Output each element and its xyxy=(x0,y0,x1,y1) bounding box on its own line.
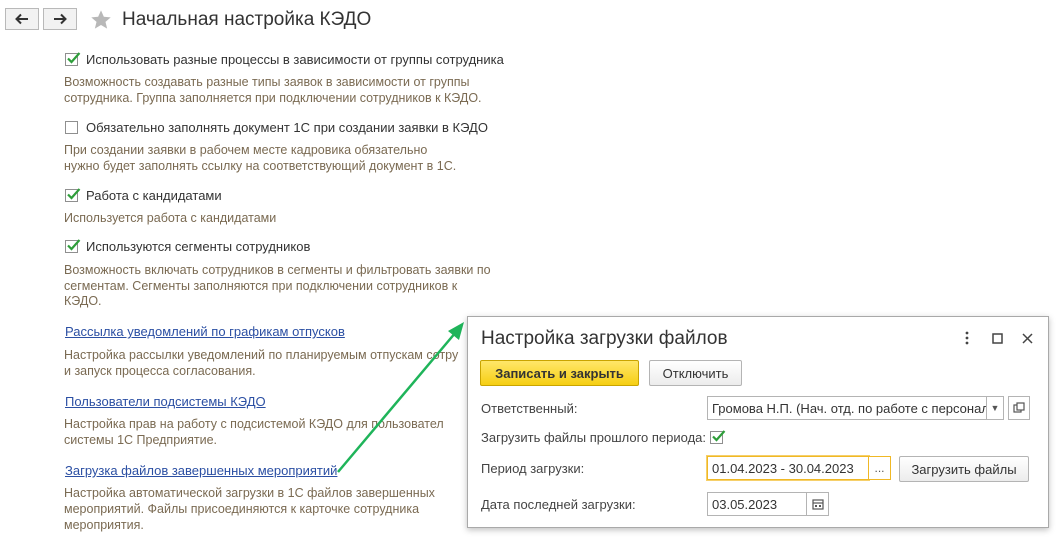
dialog-title: Настройка загрузки файлов xyxy=(481,328,728,349)
option-description: При создании заявки в рабочем месте кадр… xyxy=(64,143,428,157)
page-title: Начальная настройка КЭДО xyxy=(122,9,372,30)
open-button[interactable] xyxy=(1008,396,1030,420)
load-files-button[interactable]: Загрузить файлы xyxy=(899,456,1029,482)
last-load-date-label: Дата последней загрузки: xyxy=(481,497,636,512)
load-past-period-checkbox[interactable] xyxy=(710,430,726,444)
option-description: сегментам. Сегменты заполняются при подк… xyxy=(64,279,458,293)
ellipsis-icon: ... xyxy=(874,461,885,475)
star-icon[interactable] xyxy=(90,9,112,31)
option-label: Работа с кандидатами xyxy=(86,188,222,203)
responsible-value: Громова Н.П. (Нач. отд. по работе с перс… xyxy=(712,400,987,416)
option-description: Используется работа с кандидатами xyxy=(64,211,277,225)
checkbox-employee-segments[interactable] xyxy=(65,239,81,253)
open-link-icon xyxy=(1013,402,1025,413)
option-label: Использовать разные процессы в зависимос… xyxy=(86,52,504,67)
link-description: Настройка прав на работу с подсистемой К… xyxy=(64,417,444,431)
checkmark-icon xyxy=(67,239,81,251)
more-vert-icon[interactable] xyxy=(956,327,978,349)
period-field[interactable]: 01.04.2023 - 30.04.2023 xyxy=(707,456,869,480)
file-load-settings-dialog: Настройка загрузки файлов Записать и зак… xyxy=(467,316,1049,528)
checkmark-icon xyxy=(67,188,81,200)
period-select-button[interactable]: ... xyxy=(868,456,891,480)
option-description: нужно будет заполнять ссылку на соответс… xyxy=(64,159,457,173)
forward-button[interactable] xyxy=(43,8,77,30)
option-description: Возможность создавать разные типы заявок… xyxy=(64,75,470,89)
arrow-right-icon xyxy=(54,13,67,25)
link-vacation-notifications[interactable]: Рассылка уведомлений по графикам отпуско… xyxy=(65,324,345,339)
link-description: системы 1С Предприятие. xyxy=(64,433,218,447)
calendar-button[interactable] xyxy=(806,492,829,516)
option-label: Используются сегменты сотрудников xyxy=(86,239,311,254)
link-description: мероприятий. Файлы присоединяются к карт… xyxy=(64,502,420,516)
checkbox-different-processes[interactable] xyxy=(65,52,81,66)
back-button[interactable] xyxy=(5,8,39,30)
link-description: Настройка автоматической загрузки в 1С ф… xyxy=(64,486,435,500)
close-icon[interactable] xyxy=(1016,327,1038,349)
period-label: Период загрузки: xyxy=(481,461,585,476)
last-load-date-field[interactable]: 03.05.2023 xyxy=(707,492,807,516)
dropdown-button[interactable]: ▼ xyxy=(986,396,1004,420)
link-description: мероприятия. xyxy=(64,518,144,532)
option-description: сотрудника. Группа заполняется при подкл… xyxy=(64,91,482,105)
period-value: 01.04.2023 - 30.04.2023 xyxy=(712,460,854,476)
option-description: Возможность включать сотрудников в сегме… xyxy=(64,263,491,277)
chevron-down-icon: ▼ xyxy=(990,403,1000,413)
checkmark-icon xyxy=(712,430,726,442)
checkbox-require-1c-document[interactable] xyxy=(65,121,78,134)
responsible-field[interactable]: Громова Н.П. (Нач. отд. по работе с перс… xyxy=(707,396,987,420)
save-and-close-button[interactable]: Записать и закрыть xyxy=(480,360,639,386)
link-description: Настройка рассылки уведомлений по планир… xyxy=(64,348,459,362)
arrow-left-icon xyxy=(15,13,28,25)
maximize-icon[interactable] xyxy=(986,327,1008,349)
option-description: КЭДО. xyxy=(64,294,102,308)
load-past-period-label: Загрузить файлы прошлого периода: xyxy=(481,430,707,445)
responsible-label: Ответственный: xyxy=(481,401,578,416)
checkbox-candidates[interactable] xyxy=(65,188,81,202)
link-description: и запуск процесса согласования. xyxy=(64,364,256,378)
link-kedo-users[interactable]: Пользователи подсистемы КЭДО xyxy=(65,394,266,409)
disable-button[interactable]: Отключить xyxy=(649,360,742,386)
last-load-date-value: 03.05.2023 xyxy=(712,496,778,512)
option-label: Обязательно заполнять документ 1С при со… xyxy=(86,120,488,135)
calendar-icon xyxy=(811,499,824,510)
link-completed-events-files[interactable]: Загрузка файлов завершенных мероприятий xyxy=(65,463,337,478)
checkmark-icon xyxy=(67,52,81,64)
